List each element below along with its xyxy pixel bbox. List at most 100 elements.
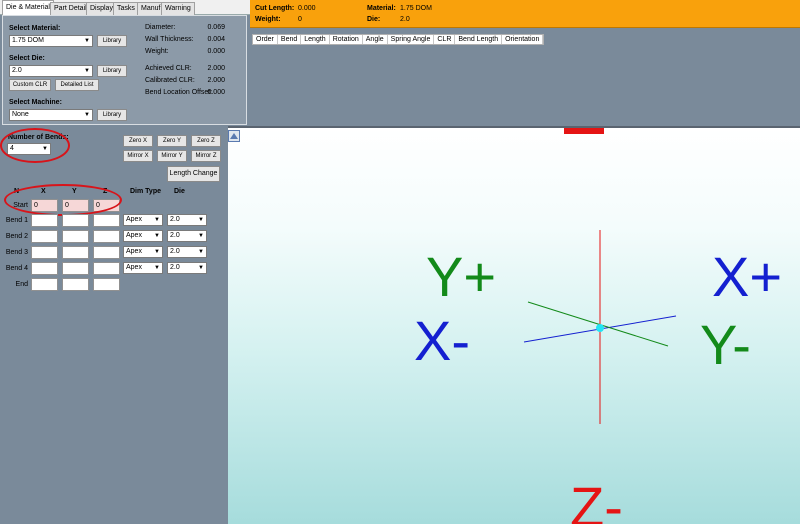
- bend-4-label: Bend 4: [5, 265, 28, 272]
- table-col-angle[interactable]: Angle: [363, 35, 388, 44]
- mirror-z-button[interactable]: Mirror Z: [191, 150, 221, 162]
- zero-z-button[interactable]: Zero Z: [191, 135, 221, 147]
- chevron-down-icon: ▼: [154, 249, 160, 255]
- bend-4-y-input[interactable]: [62, 262, 89, 275]
- bend-3-z-input[interactable]: [93, 246, 120, 259]
- bend-2-dim-type-select[interactable]: Apex ▼: [123, 230, 163, 242]
- x-plus-label: X+: [712, 245, 782, 308]
- bend-2-z-input[interactable]: [93, 230, 120, 243]
- table-col-order[interactable]: Order: [253, 35, 278, 44]
- zero-x-button[interactable]: Zero X: [123, 135, 153, 147]
- bend-3-die-select[interactable]: 2.0 ▼: [167, 246, 207, 258]
- machine-library-button[interactable]: Library: [97, 109, 127, 121]
- status-die-label: Die:: [367, 16, 381, 23]
- chevron-down-icon: ▼: [84, 68, 90, 74]
- bend-3-x-input[interactable]: [31, 246, 58, 259]
- bend-1-label: Bend 1: [5, 217, 28, 224]
- zero-y-button[interactable]: Zero Y: [157, 135, 187, 147]
- bend-2-y-input[interactable]: [62, 230, 89, 243]
- chevron-down-icon: ▼: [154, 265, 160, 271]
- bend-3-die-value: 2.0: [170, 248, 180, 255]
- bend-2-die-value: 2.0: [170, 232, 180, 239]
- table-col-spring-angle[interactable]: Spring Angle: [388, 35, 435, 44]
- end-z-input[interactable]: [93, 278, 120, 291]
- view-snap-glyph: [230, 133, 238, 139]
- detailed-list-button[interactable]: Detailed List: [55, 79, 99, 91]
- diameter-value: 0.069: [207, 24, 225, 31]
- achieved-clr-label: Achieved CLR:: [145, 65, 192, 72]
- z-plus-marker: [564, 128, 604, 134]
- cut-length-value: 0.000: [298, 5, 316, 12]
- status-bar: Cut Length: 0.000 Weight: 0 Material: 1.…: [250, 0, 800, 28]
- material-select[interactable]: 1.75 DOM ▼: [9, 35, 93, 47]
- select-machine-heading: Select Machine:: [9, 99, 62, 106]
- status-material-value: 1.75 DOM: [400, 5, 432, 12]
- bend-table-header: Order Bend Length Rotation Angle Spring Angle…: [252, 34, 545, 45]
- mirror-x-button[interactable]: Mirror X: [123, 150, 153, 162]
- calibrated-clr-label: Calibrated CLR:: [145, 77, 195, 84]
- table-col-orientation[interactable]: Orientation: [502, 35, 544, 44]
- tab-strip: Die & Material Part Details Display Task…: [0, 0, 250, 15]
- col-dim-type-header: Dim Type: [130, 188, 161, 195]
- machine-select[interactable]: None ▼: [9, 109, 93, 121]
- tab-warning[interactable]: Warning: [161, 2, 195, 15]
- bend-4-die-select[interactable]: 2.0 ▼: [167, 262, 207, 274]
- bend-1-y-input[interactable]: [62, 214, 89, 227]
- bend-2-die-select[interactable]: 2.0 ▼: [167, 230, 207, 242]
- chevron-down-icon: ▼: [198, 249, 204, 255]
- chevron-down-icon: ▼: [154, 233, 160, 239]
- bend-2-x-input[interactable]: [31, 230, 58, 243]
- tab-tasks[interactable]: Tasks: [113, 2, 139, 15]
- chevron-down-icon: ▼: [84, 112, 90, 118]
- y-plus-label: Y+: [426, 245, 496, 308]
- chevron-down-icon: ▼: [198, 233, 204, 239]
- bend-4-dim-type-select[interactable]: Apex ▼: [123, 262, 163, 274]
- die-select[interactable]: 2.0 ▼: [9, 65, 93, 77]
- die-select-value: 2.0: [12, 67, 22, 74]
- weight-label: Weight:: [145, 48, 169, 55]
- table-col-clr[interactable]: CLR: [434, 35, 456, 44]
- bend-1-dim-type-select[interactable]: Apex ▼: [123, 214, 163, 226]
- wall-thickness-value: 0.004: [207, 36, 225, 43]
- calibrated-clr-value: 2.000: [207, 77, 225, 84]
- bend-4-z-input[interactable]: [93, 262, 120, 275]
- bend-1-x-input[interactable]: [31, 214, 58, 227]
- material-library-button[interactable]: Library: [97, 35, 127, 47]
- wall-thickness-label: Wall Thickness:: [145, 36, 194, 43]
- bend-1-die-select[interactable]: 2.0 ▼: [167, 214, 207, 226]
- bend-4-x-input[interactable]: [31, 262, 58, 275]
- x-minus-label: X-: [414, 309, 470, 372]
- mirror-y-button[interactable]: Mirror Y: [157, 150, 187, 162]
- custom-clr-button[interactable]: Custom CLR: [9, 79, 51, 91]
- end-y-input[interactable]: [62, 278, 89, 291]
- y-axis-line: [527, 301, 669, 347]
- bend-3-label: Bend 3: [5, 249, 28, 256]
- status-weight-value: 0: [298, 16, 302, 23]
- chevron-down-icon: ▼: [198, 217, 204, 223]
- material-select-value: 1.75 DOM: [12, 37, 44, 44]
- y-minus-label: Y-: [700, 313, 751, 376]
- diameter-label: Diameter:: [145, 24, 176, 31]
- cut-length-label: Cut Length:: [255, 5, 295, 12]
- view-snap-icon[interactable]: [228, 130, 240, 142]
- bend-3-dim-type-select[interactable]: Apex ▼: [123, 246, 163, 258]
- end-row-label: End: [15, 281, 28, 288]
- bend-4-dim-type-value: Apex: [126, 264, 142, 271]
- bend-3-y-input[interactable]: [62, 246, 89, 259]
- length-change-button[interactable]: Length Change: [167, 166, 220, 182]
- bend-2-label: Bend 2: [5, 233, 28, 240]
- 3d-viewport[interactable]: Y+ X+ X- Y- Z-: [228, 126, 800, 524]
- table-col-rotation[interactable]: Rotation: [330, 35, 363, 44]
- machine-select-value: None: [12, 111, 29, 118]
- die-library-button[interactable]: Library: [97, 65, 127, 77]
- end-x-input[interactable]: [31, 278, 58, 291]
- tab-die-material[interactable]: Die & Material: [2, 0, 54, 15]
- table-col-bend[interactable]: Bend: [278, 35, 302, 44]
- z-minus-label: Z-: [570, 475, 623, 524]
- bend-1-z-input[interactable]: [93, 214, 120, 227]
- bend-1-dim-type-value: Apex: [126, 216, 142, 223]
- table-col-length[interactable]: Length: [301, 35, 330, 44]
- table-col-bend-length[interactable]: Bend Length: [455, 35, 503, 44]
- origin-point: [596, 324, 604, 332]
- die-material-panel: Select Material: 1.75 DOM ▼ Library Sele…: [2, 15, 247, 125]
